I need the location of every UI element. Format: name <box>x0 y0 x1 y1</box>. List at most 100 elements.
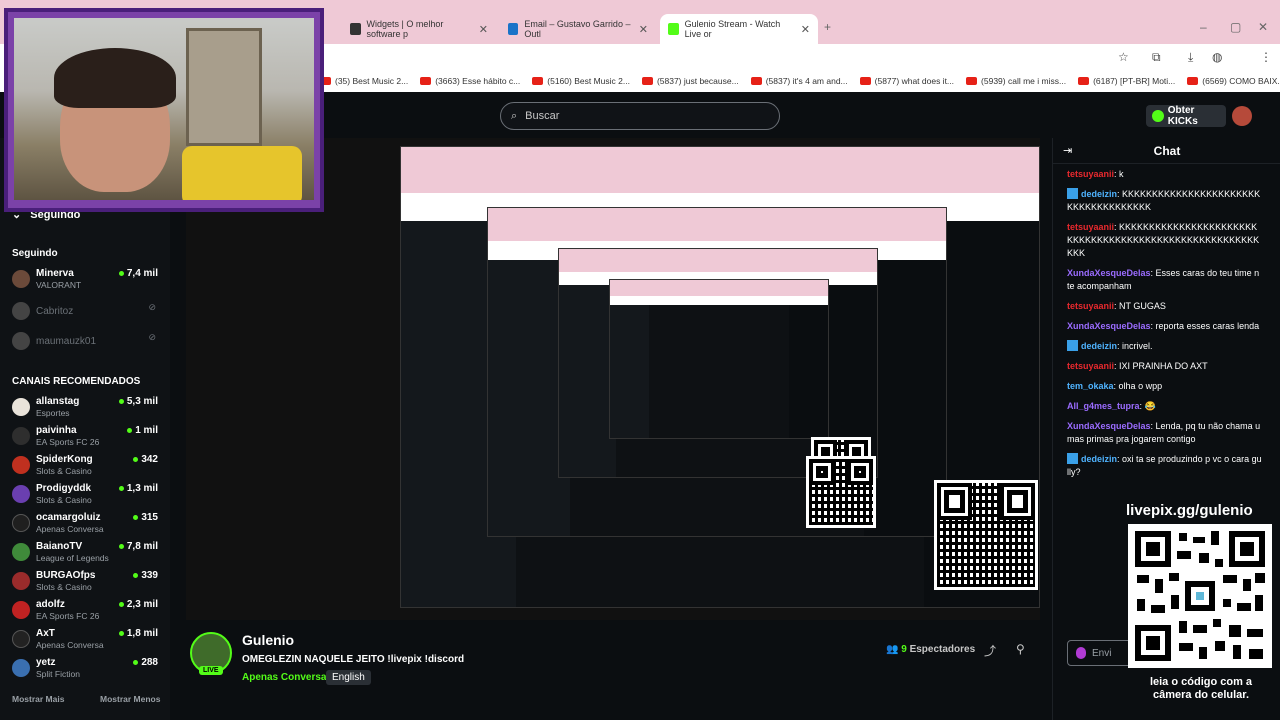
youtube-icon <box>1187 77 1199 85</box>
live-dot-icon <box>133 659 139 665</box>
youtube-icon <box>966 77 978 85</box>
profile-icon[interactable]: ◍ <box>1212 50 1222 64</box>
chat-message: dedeizin: oxi ta se produzindo p vc o ca… <box>1067 453 1262 477</box>
sidebar-item-cabritoz[interactable]: Cabritoz ⊘ <box>12 298 162 326</box>
viewer-count: 342 <box>133 454 158 465</box>
viewer-count: 315 <box>133 512 158 523</box>
live-dot-icon <box>118 270 124 276</box>
bookmark-item[interactable]: (5837) just because... <box>641 76 739 86</box>
avatar <box>12 601 30 619</box>
menu-kebab-icon[interactable]: ⋮ <box>1260 50 1272 64</box>
viewer-count: 339 <box>133 570 158 581</box>
kicks-icon <box>1152 110 1164 122</box>
subscriber-badge-icon <box>1067 340 1078 351</box>
avatar <box>12 630 30 648</box>
chat-message: XundaXesqueDelas: Lenda, pq tu não chama… <box>1067 421 1261 444</box>
tab-kick-stream[interactable]: Gulenio Stream - Watch Live or ✕ <box>660 14 818 44</box>
bookmark-item[interactable]: (6187) [PT-BR] Moti... <box>1078 76 1175 86</box>
bookmark-item[interactable]: (6569) COMO BAIX... <box>1187 76 1280 86</box>
youtube-icon <box>1078 77 1090 85</box>
tab-label: Gulenio Stream - Watch Live or <box>684 19 781 39</box>
avatar <box>12 427 30 445</box>
mic-icon[interactable] <box>1076 647 1086 659</box>
sidebar-item-paivinha[interactable]: paivinha EA Sports FC 26 1 mil <box>12 423 162 451</box>
close-window-icon[interactable]: ✕ <box>1258 20 1268 34</box>
follow-user-icon[interactable]: ⚲ <box>1016 642 1025 656</box>
live-dot-icon <box>118 630 124 636</box>
viewer-count: 288 <box>133 657 158 668</box>
extensions-icon[interactable]: ⧉ <box>1152 50 1161 65</box>
show-more-button[interactable]: Mostrar Mais <box>12 694 64 704</box>
user-avatar[interactable] <box>1232 106 1252 126</box>
chat-title: Chat <box>1153 144 1181 158</box>
tab-label: Widgets | O melhor software p <box>366 19 444 39</box>
avatar <box>12 332 30 350</box>
viewer-count: 👥 9 Espectadores <box>886 644 976 655</box>
search-placeholder: Buscar <box>525 110 560 122</box>
download-icon[interactable]: ⤓ <box>1188 50 1193 65</box>
sidebar-item-burgaofps[interactable]: BURGAOfps Slots & Casino 339 <box>12 568 162 596</box>
new-tab-icon[interactable]: + <box>824 20 831 34</box>
star-icon[interactable]: ☆ <box>1118 50 1129 64</box>
sidebar-item-maumauzk01[interactable]: maumauzk01 ⊘ <box>12 328 162 356</box>
streamer-name[interactable]: Gulenio <box>242 632 294 648</box>
viewer-count: 1,8 mil <box>118 628 158 639</box>
sidebar-item-ocamargoluiz[interactable]: ocamargoluiz Apenas Conversa 315 <box>12 510 162 538</box>
avatar <box>12 514 30 532</box>
kicks-label: Obter KICKs <box>1167 105 1198 127</box>
stream-category[interactable]: Apenas Conversa <box>242 672 326 683</box>
sidebar-item-allanstag[interactable]: allanstag Esportes 5,3 mil <box>12 394 162 422</box>
minimize-icon[interactable]: – <box>1200 20 1207 34</box>
sidebar-item-adolfz[interactable]: adolfz EA Sports FC 26 2,3 mil <box>12 597 162 625</box>
close-icon[interactable]: ✕ <box>639 23 648 36</box>
youtube-icon <box>532 77 544 85</box>
chat-header: ⇥ Chat <box>1053 138 1280 164</box>
live-dot-icon <box>118 601 124 607</box>
live-dot-icon <box>133 572 139 578</box>
search-icon: ⌕ <box>511 109 518 122</box>
get-kicks-button[interactable]: Obter KICKs <box>1146 105 1226 127</box>
search-input[interactable]: ⌕ Buscar <box>500 102 780 130</box>
maximize-icon[interactable]: ▢ <box>1230 20 1241 34</box>
sidebar-item-axt[interactable]: AxT Apenas Conversa 1,8 mil <box>12 626 162 654</box>
youtube-icon <box>859 77 871 85</box>
chat-message: dedeizin: incrivel. <box>1067 340 1263 353</box>
sidebar-item-prodigyddk[interactable]: Prodigyddk Slots & Casino 1,3 mil <box>12 481 162 509</box>
language-tag[interactable]: English <box>326 670 371 685</box>
chat-message: tetsuyaanii: NT GUGAS <box>1067 301 1166 311</box>
viewers-icon: 👥 <box>886 644 899 655</box>
livepix-url-label: livepix.gg/gulenio <box>1126 502 1253 519</box>
sidebar-item-spiderkong[interactable]: SpiderKong Slots & Casino 342 <box>12 452 162 480</box>
tab-widgets[interactable]: Widgets | O melhor software p ✕ <box>342 14 496 44</box>
bookmark-item[interactable]: (5160) Best Music 2... <box>532 76 630 86</box>
avatar <box>12 572 30 590</box>
nested-capture-4 <box>609 279 829 439</box>
bookmark-item[interactable]: (5939) call me i miss... <box>966 76 1066 86</box>
youtube-icon <box>420 77 432 85</box>
sidebar-item-minerva[interactable]: Minerva VALORANT 7,4 mil <box>12 266 162 294</box>
kick-favicon-icon <box>668 23 679 35</box>
tab-email[interactable]: Email – Gustavo Garrido – Outl ✕ <box>500 14 656 44</box>
chat-message: tem_okaka: olha o wpp <box>1067 381 1163 391</box>
bookmark-item[interactable]: (5877) what does it... <box>859 76 954 86</box>
avatar <box>12 456 30 474</box>
nested-qr-code-2 <box>806 456 876 528</box>
show-less-button[interactable]: Mostrar Menos <box>100 694 160 704</box>
close-icon[interactable]: ✕ <box>479 23 488 36</box>
chat-message: All_g4mes_tupra: 😂 <box>1067 401 1156 411</box>
close-icon[interactable]: ✕ <box>801 23 810 36</box>
chat-input-placeholder: Envi <box>1092 647 1112 659</box>
share-icon[interactable]: ⤴ <box>984 642 996 659</box>
live-dot-icon <box>133 514 139 520</box>
youtube-icon <box>750 77 762 85</box>
bookmark-item[interactable]: (35) Best Music 2... <box>320 76 408 86</box>
bookmark-item[interactable]: (5837) it's 4 am and... <box>750 76 848 86</box>
sidebar-item-yetz[interactable]: yetz Split Fiction 288 <box>12 655 162 683</box>
bookmark-item[interactable]: (3663) Esse hábito c... <box>420 76 520 86</box>
stream-title: OMEGLEZIN NAQUELE JEITO !livepix !discor… <box>242 654 465 665</box>
viewer-count: 7,4 mil <box>118 268 158 279</box>
sidebar-item-baianotv[interactable]: BaianoTV League of Legends 7,8 mil <box>12 539 162 567</box>
qr-caption: leia o código com a câmera do celular. <box>1149 676 1253 701</box>
viewer-count: 1 mil <box>127 425 158 436</box>
chat-messages: tetsuyaanii: k dedeizin: KKKKKKKKKKKKKKK… <box>1067 168 1263 486</box>
